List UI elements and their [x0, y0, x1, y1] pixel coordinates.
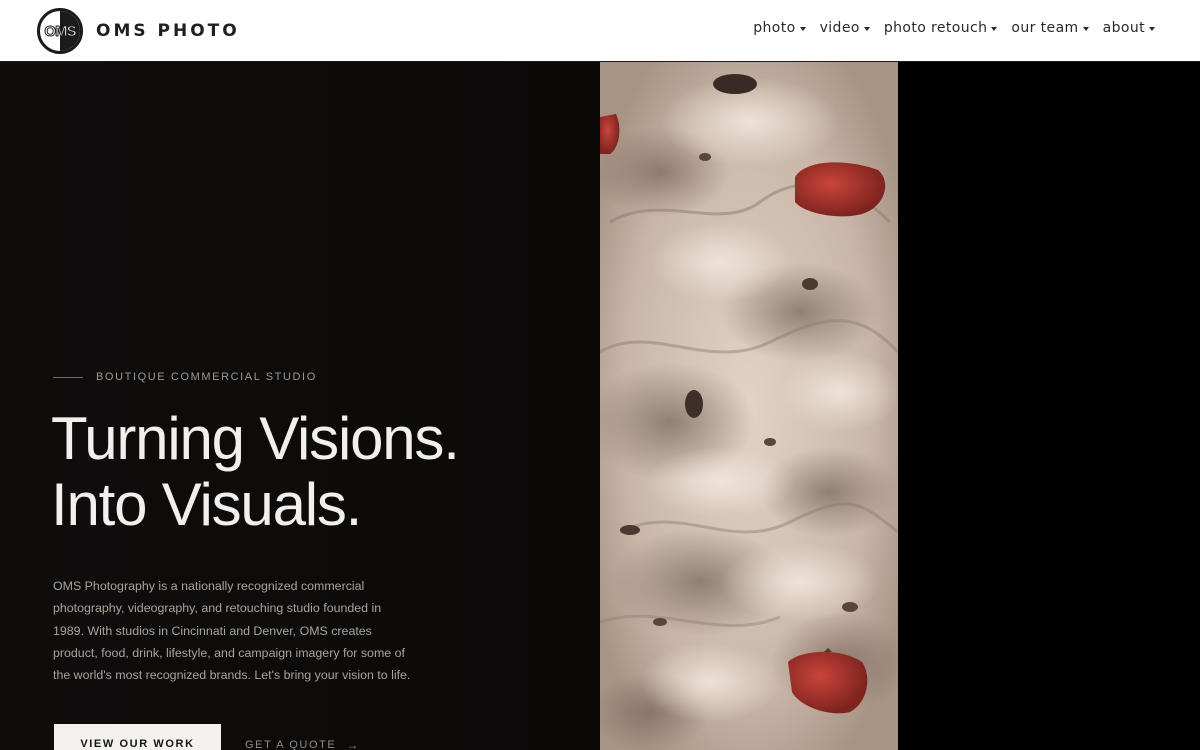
nav-item-our-team[interactable]: our team	[1011, 20, 1089, 36]
view-our-work-button[interactable]: VIEW OUR WORK	[54, 724, 221, 750]
nav-item-photo[interactable]: photo	[753, 20, 806, 36]
eyebrow-divider	[53, 376, 83, 378]
headline-line-2: Into Visuals.	[51, 471, 362, 538]
eyebrow-text: BOUTIQUE COMMERCIAL STUDIO	[96, 371, 317, 383]
ice-cream-texture	[600, 62, 898, 750]
hero-headline: Turning Visions. Into Visuals.	[51, 405, 460, 538]
get-a-quote-link[interactable]: GET A QUOTE →	[245, 738, 360, 750]
caret-down-icon	[991, 26, 998, 31]
caret-down-icon	[1082, 26, 1089, 31]
headline-line-1: Turning Visions.	[51, 405, 460, 472]
hero-right-panel	[898, 62, 1200, 750]
nav-item-photo-retouch[interactable]: photo retouch	[884, 20, 998, 36]
caret-down-icon	[799, 26, 806, 31]
logo-monogram: OMS	[44, 22, 77, 40]
arrow-right-icon: →	[346, 738, 360, 750]
caret-down-icon	[1149, 26, 1155, 31]
brand-name: OMS PHOTO	[96, 21, 240, 41]
nav-item-video[interactable]: video	[820, 20, 870, 36]
hero-eyebrow: BOUTIQUE COMMERCIAL STUDIO	[53, 371, 317, 383]
logo-link[interactable]: OMS OMS PHOTO	[37, 8, 240, 54]
site-header: OMS OMS PHOTO photo video photo retouch …	[0, 0, 1200, 62]
logo-badge: OMS	[37, 8, 83, 54]
hero-photo-ice-cream	[600, 62, 898, 750]
main-nav: photo video photo retouch our team about	[739, 20, 1155, 36]
hero-description: OMS Photography is a nationally recogniz…	[53, 579, 411, 683]
get-a-quote-label: GET A QUOTE	[245, 739, 337, 750]
nav-item-about[interactable]: about	[1103, 20, 1155, 36]
hero-section: BOUTIQUE COMMERCIAL STUDIO Turning Visio…	[0, 62, 600, 750]
caret-down-icon	[863, 26, 870, 31]
